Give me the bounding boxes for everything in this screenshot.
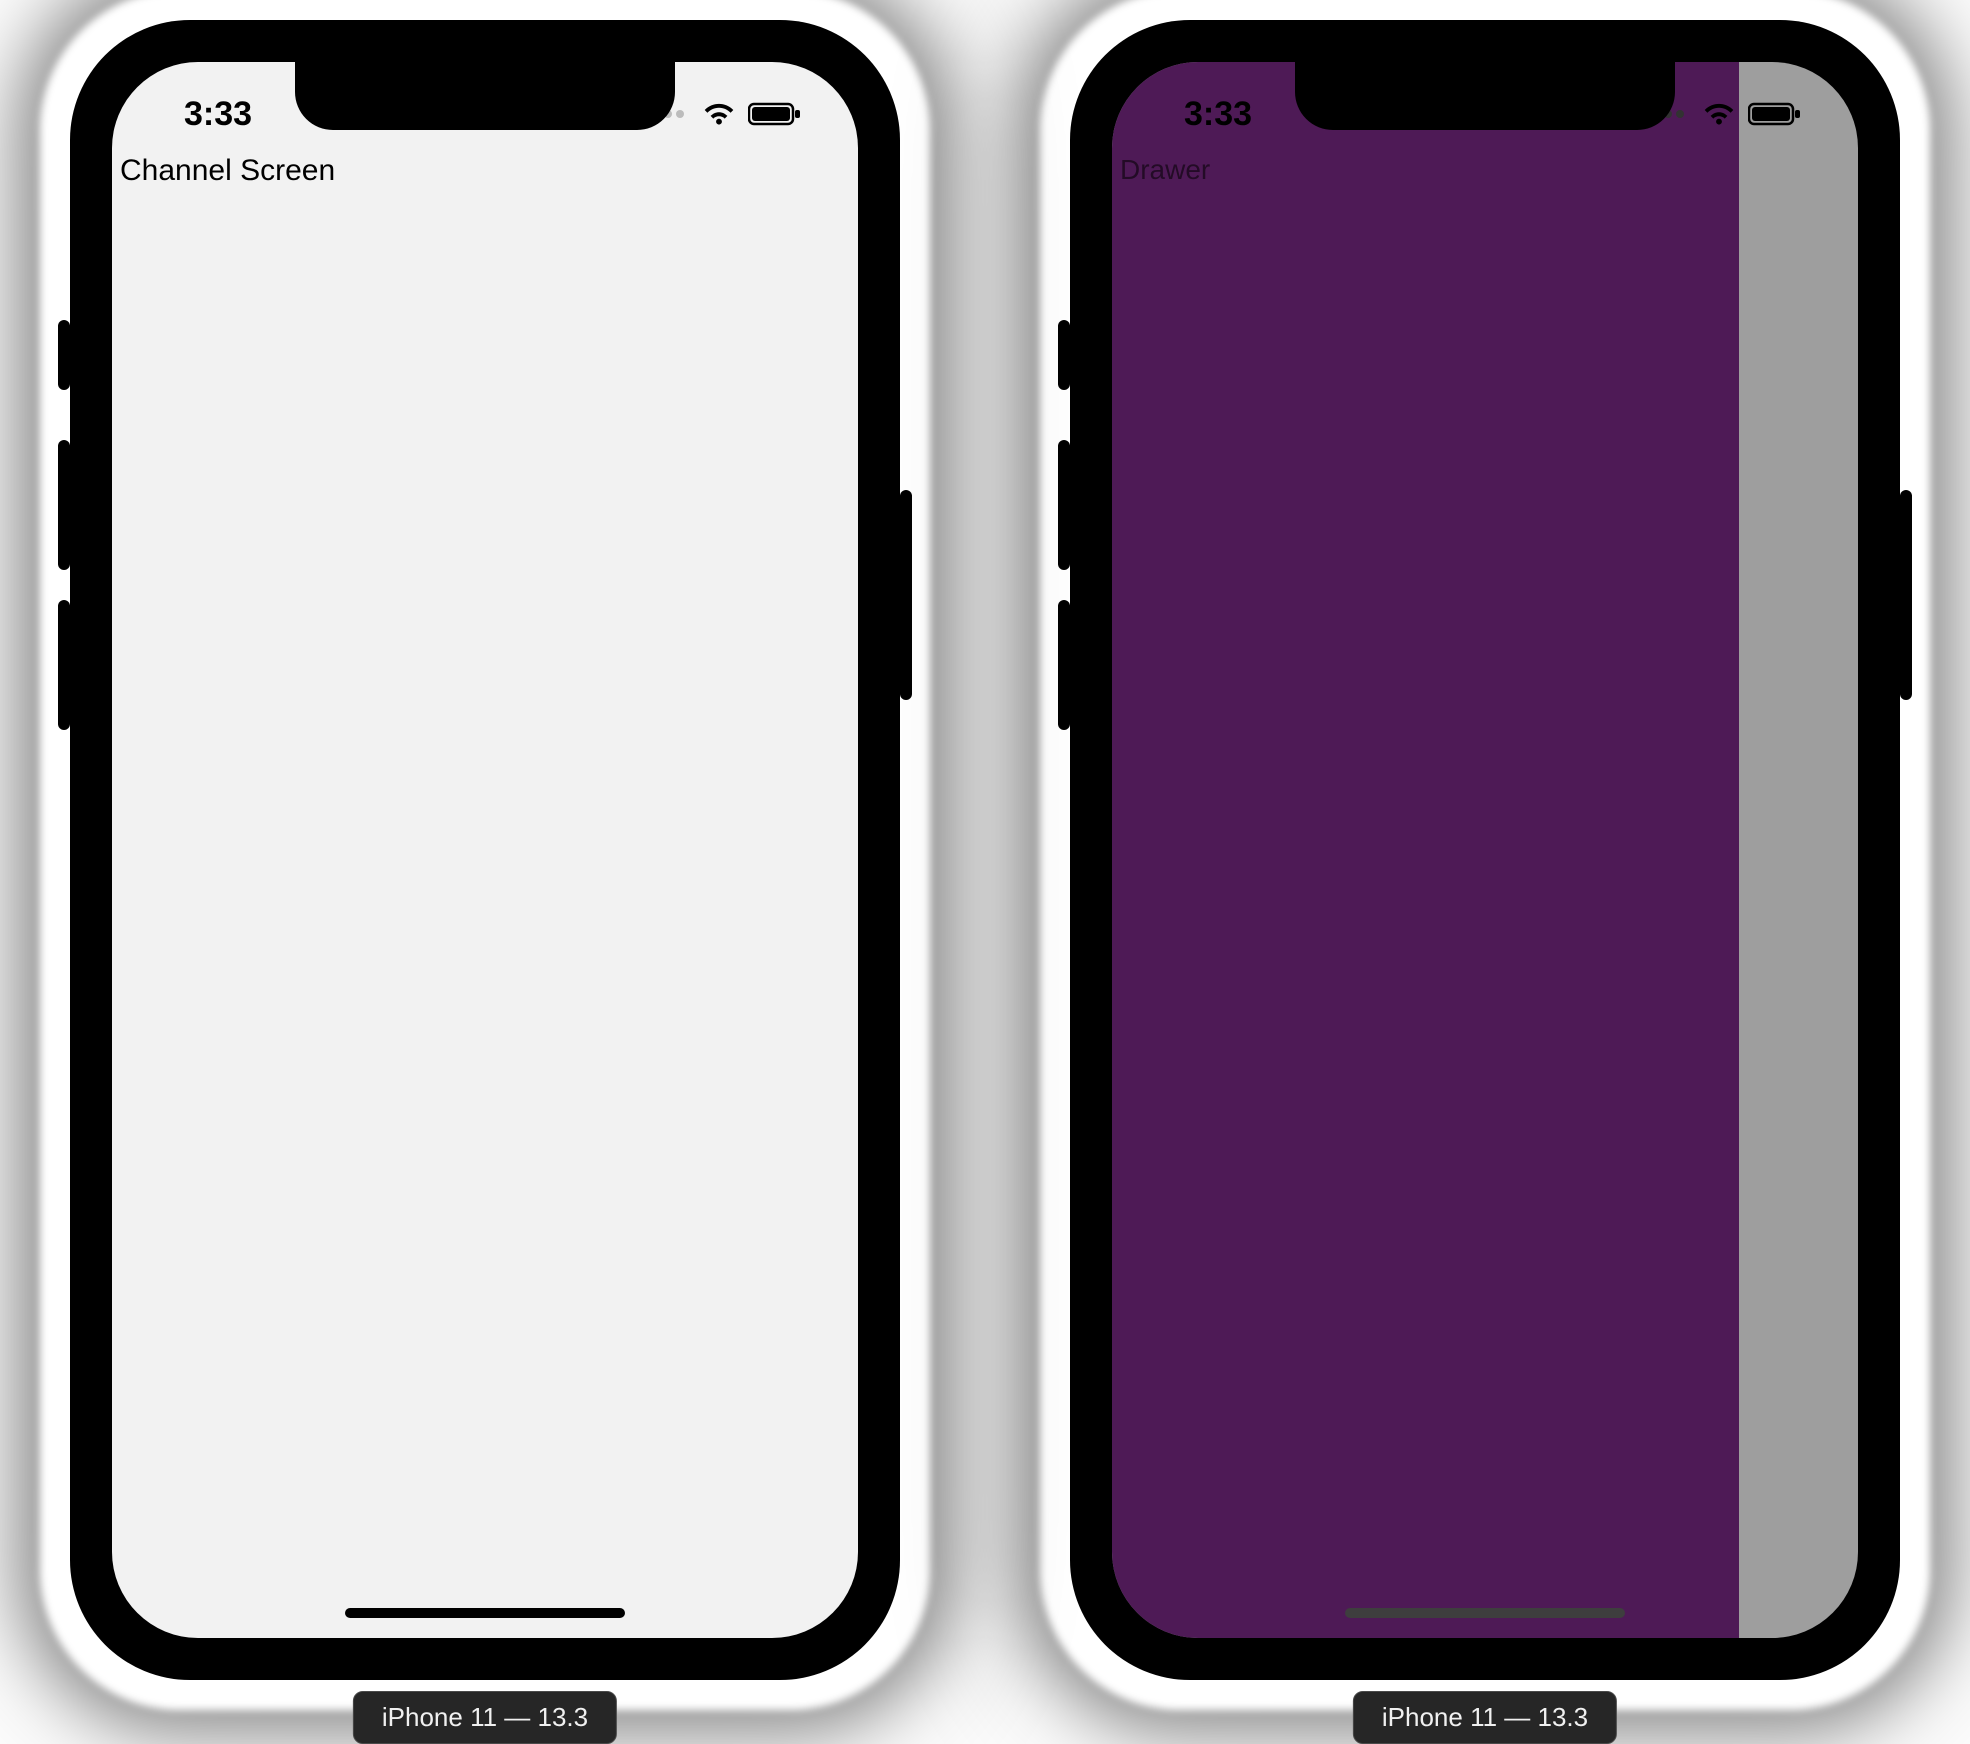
mute-switch[interactable] — [1058, 320, 1070, 390]
wifi-icon — [1702, 101, 1736, 127]
home-indicator[interactable] — [345, 1608, 625, 1618]
wifi-icon — [702, 101, 736, 127]
device-left: 3:33 Channel Screen iPhone 11 — 13.3 — [70, 20, 900, 1680]
device-screen[interactable]: 3:33 Channel Screen — [112, 62, 858, 1638]
device-label: iPhone 11 — 13.3 — [1353, 1691, 1617, 1744]
home-indicator[interactable] — [1345, 1608, 1625, 1618]
simulator-comparison: 3:33 Channel Screen iPhone 11 — 13.3 — [0, 0, 1970, 1738]
drawer-panel[interactable] — [1112, 62, 1739, 1638]
volume-down-button[interactable] — [58, 600, 70, 730]
power-button[interactable] — [900, 490, 912, 700]
battery-icon — [1748, 101, 1802, 127]
status-time: 3:33 — [1160, 95, 1252, 134]
status-time: 3:33 — [160, 95, 252, 134]
device-right: 3:33 Drawer iPhone 11 — 13.3 — [1070, 20, 1900, 1680]
device-notch — [295, 60, 675, 130]
power-button[interactable] — [1900, 490, 1912, 700]
device-label: iPhone 11 — 13.3 — [353, 1691, 617, 1744]
page-title: Drawer — [1120, 154, 1210, 186]
volume-up-button[interactable] — [1058, 440, 1070, 570]
volume-down-button[interactable] — [1058, 600, 1070, 730]
mute-switch[interactable] — [58, 320, 70, 390]
device-screen[interactable]: 3:33 Drawer — [1112, 62, 1858, 1638]
volume-up-button[interactable] — [58, 440, 70, 570]
device-notch — [1295, 60, 1675, 130]
battery-icon — [748, 101, 802, 127]
page-title: Channel Screen — [120, 154, 335, 188]
